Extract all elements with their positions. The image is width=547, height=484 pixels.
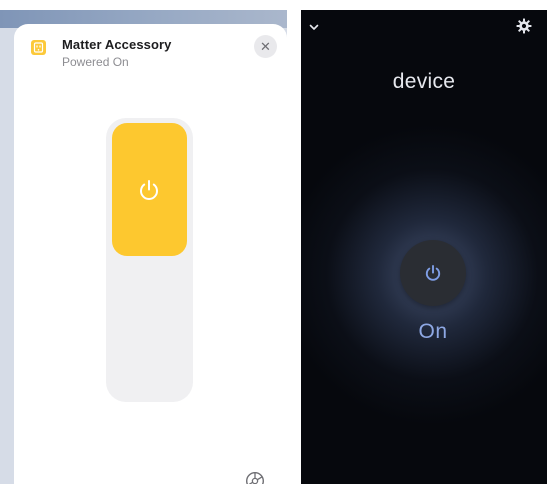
accessory-settings-button[interactable] — [244, 470, 266, 484]
device-name-title: device — [392, 70, 456, 93]
power-toggle-button[interactable] — [400, 240, 466, 306]
home-app-panel: Matter Accessory Powered On ✕ — [0, 10, 287, 484]
device-app-panel: device On — [301, 10, 547, 484]
accessory-status: Powered On — [62, 55, 129, 69]
accessory-detail-sheet: Matter Accessory Powered On ✕ — [14, 24, 287, 484]
power-switch-on-fill[interactable] — [112, 123, 187, 256]
close-button[interactable]: ✕ — [254, 35, 277, 58]
power-state-label: On — [418, 320, 448, 343]
gear-icon — [246, 472, 264, 484]
device-settings-button[interactable] — [516, 18, 532, 34]
accessory-name: Matter Accessory — [62, 37, 172, 52]
power-icon — [425, 265, 441, 281]
power-switch-slider[interactable] — [106, 118, 193, 402]
screenshot-stage: Matter Accessory Powered On ✕ device On — [0, 0, 547, 484]
outlet-icon — [31, 40, 46, 55]
power-icon — [140, 180, 158, 200]
close-icon: ✕ — [260, 39, 271, 54]
gear-icon — [516, 18, 532, 34]
back-button[interactable] — [307, 20, 321, 34]
chevron-down-icon — [309, 24, 319, 30]
